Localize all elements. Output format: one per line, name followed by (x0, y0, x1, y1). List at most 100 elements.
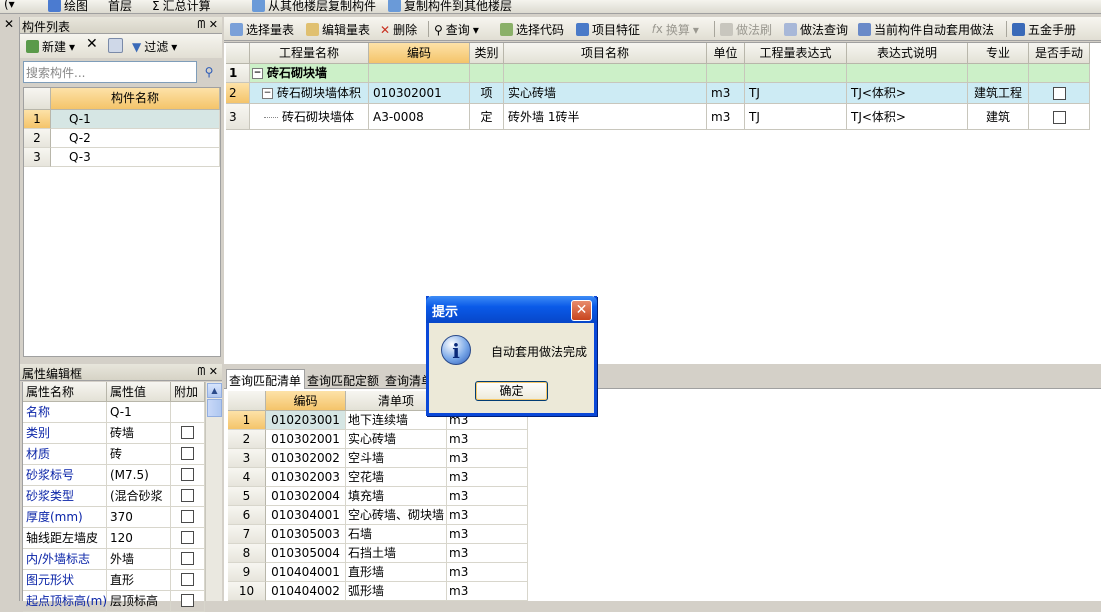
property-value[interactable]: 370 (107, 507, 171, 528)
hardware-manual-button[interactable]: 五金手册 (1012, 21, 1076, 38)
bill-unit-cell[interactable]: m3 (447, 544, 528, 563)
extra-checkbox[interactable] (181, 489, 194, 502)
bill-unit-cell[interactable]: m3 (447, 582, 528, 601)
column-header-expr[interactable]: 工程量表达式 (745, 43, 847, 64)
property-value[interactable]: 砖 (107, 444, 171, 465)
column-header-code[interactable]: 编码 (266, 391, 346, 411)
column-header-type[interactable]: 类别 (470, 43, 504, 64)
property-value[interactable]: 外墙 (107, 549, 171, 570)
desc-cell[interactable] (847, 64, 968, 83)
bill-unit-cell[interactable]: m3 (447, 487, 528, 506)
column-header-code[interactable]: 编码 (369, 43, 470, 64)
bill-item-cell[interactable]: 空心砖墙、砌块墙 (346, 506, 447, 525)
bill-item-cell[interactable]: 石墙 (346, 525, 447, 544)
unit-cell[interactable]: m3 (707, 104, 745, 130)
method-brush-button[interactable]: 做法刷 (720, 21, 772, 38)
quantity-name-cell[interactable]: − 砖石砌块墙体积 (250, 83, 369, 104)
bill-unit-cell[interactable]: m3 (447, 506, 528, 525)
delete-icon[interactable]: ✕ (86, 36, 98, 52)
component-search-input[interactable]: 搜索构件... (23, 61, 197, 83)
tab-match-bill[interactable]: 查询匹配清单 (226, 369, 305, 390)
pin-close-icon[interactable]: ᗰ ✕ (197, 18, 218, 32)
bill-item-cell[interactable]: 石挡土墙 (346, 544, 447, 563)
bill-code-cell[interactable]: 010305004 (266, 544, 346, 563)
item-cell[interactable]: 实心砖墙 (504, 83, 707, 104)
major-cell[interactable] (968, 64, 1029, 83)
draw-button[interactable]: 绘图 (48, 0, 88, 13)
tab-bill-library[interactable]: 查询清单库 (384, 371, 430, 389)
method-query-button[interactable]: 做法查询 (784, 21, 848, 38)
expr-cell[interactable]: TJ (745, 83, 847, 104)
component-row[interactable]: Q-2 (51, 129, 220, 148)
manual-checkbox[interactable] (1052, 87, 1066, 100)
bill-code-cell[interactable]: 010302001 (266, 430, 346, 449)
bill-code-cell[interactable]: 010302004 (266, 487, 346, 506)
bill-unit-cell[interactable]: m3 (447, 468, 528, 487)
scroll-up-icon[interactable]: ▲ (207, 383, 222, 398)
copy-component-button[interactable] (108, 38, 123, 53)
major-cell[interactable]: 建筑工程 (968, 83, 1029, 104)
close-icon[interactable]: ✕ (4, 17, 14, 31)
code-cell[interactable]: A3-0008 (369, 104, 470, 130)
quantity-name-cell[interactable]: 砖石砌块墙体 (250, 104, 369, 130)
bill-item-cell[interactable]: 填充墙 (346, 487, 447, 506)
bill-item-cell[interactable]: 弧形墙 (346, 582, 447, 601)
pin-close-icon[interactable]: ᗰ ✕ (197, 365, 218, 379)
column-header-name[interactable]: 构件名称 (51, 88, 220, 110)
component-row[interactable]: Q-3 (51, 148, 220, 167)
desc-cell[interactable]: TJ<体积> (847, 83, 968, 104)
bill-unit-cell[interactable]: m3 (447, 563, 528, 582)
auto-apply-method-button[interactable]: 当前构件自动套用做法 (858, 21, 994, 38)
bill-unit-cell[interactable]: m3 (447, 525, 528, 544)
property-value[interactable]: (M7.5) (107, 465, 171, 486)
item-cell[interactable] (504, 64, 707, 83)
component-row[interactable]: Q-1 (51, 110, 220, 129)
bill-item-cell[interactable]: 实心砖墙 (346, 430, 447, 449)
tab-match-quota[interactable]: 查询匹配定额 (306, 371, 384, 389)
property-value[interactable]: 层顶标高 (107, 591, 171, 612)
code-cell[interactable]: 010302001 (369, 83, 470, 104)
scroll-thumb[interactable] (207, 399, 222, 417)
delete-button[interactable]: ✕ 删除 (380, 21, 417, 38)
bill-item-cell[interactable]: 直形墙 (346, 563, 447, 582)
copy-from-floor-button[interactable]: 从其他楼层复制构件 (252, 0, 376, 13)
bill-item-cell[interactable]: 空花墙 (346, 468, 447, 487)
column-header-manual[interactable]: 是否手动 (1029, 43, 1090, 64)
search-icon[interactable]: ⚲ (198, 61, 220, 83)
major-cell[interactable]: 建筑 (968, 104, 1029, 130)
bill-code-cell[interactable]: 010302003 (266, 468, 346, 487)
property-value[interactable]: 120 (107, 528, 171, 549)
code-cell[interactable] (369, 64, 470, 83)
select-quantity-button[interactable]: 选择量表 (230, 21, 294, 38)
bill-item-cell[interactable]: 空斗墙 (346, 449, 447, 468)
type-cell[interactable] (470, 64, 504, 83)
select-code-button[interactable]: 选择代码 (500, 21, 564, 38)
close-icon[interactable]: ✕ (571, 300, 592, 321)
column-header-name[interactable]: 工程量名称 (250, 43, 369, 64)
bill-code-cell[interactable]: 010302002 (266, 449, 346, 468)
desc-cell[interactable]: TJ<体积> (847, 104, 968, 130)
extra-checkbox[interactable] (181, 510, 194, 523)
column-header-unit[interactable]: 单位 (707, 43, 745, 64)
collapse-toggle-icon[interactable]: − (262, 88, 273, 99)
floor-select[interactable]: 首层 (108, 0, 132, 13)
property-value[interactable]: (混合砂浆 (107, 486, 171, 507)
extra-checkbox[interactable] (181, 552, 194, 565)
summary-button[interactable]: Σ 汇总计算 (152, 0, 211, 13)
extra-checkbox[interactable] (181, 573, 194, 586)
bill-code-cell[interactable]: 010304001 (266, 506, 346, 525)
calc-button[interactable]: 𝑓x 换算 ▾ (652, 21, 699, 38)
unit-cell[interactable] (707, 64, 745, 83)
quantity-name-cell[interactable]: − 砖石砌块墙 (250, 64, 369, 83)
bill-unit-cell[interactable]: m3 (447, 449, 528, 468)
item-cell[interactable]: 砖外墙 1砖半 (504, 104, 707, 130)
property-value[interactable]: 砖墙 (107, 423, 171, 444)
manual-checkbox[interactable] (1052, 111, 1066, 124)
expr-cell[interactable]: TJ (745, 104, 847, 130)
extra-checkbox[interactable] (181, 531, 194, 544)
column-header-desc[interactable]: 表达式说明 (847, 43, 968, 64)
type-cell[interactable]: 定 (470, 104, 504, 130)
bill-code-cell[interactable]: 010404001 (266, 563, 346, 582)
app-menu-icon[interactable]: (▾ (4, 0, 15, 11)
project-feature-button[interactable]: 项目特征 (576, 21, 640, 38)
